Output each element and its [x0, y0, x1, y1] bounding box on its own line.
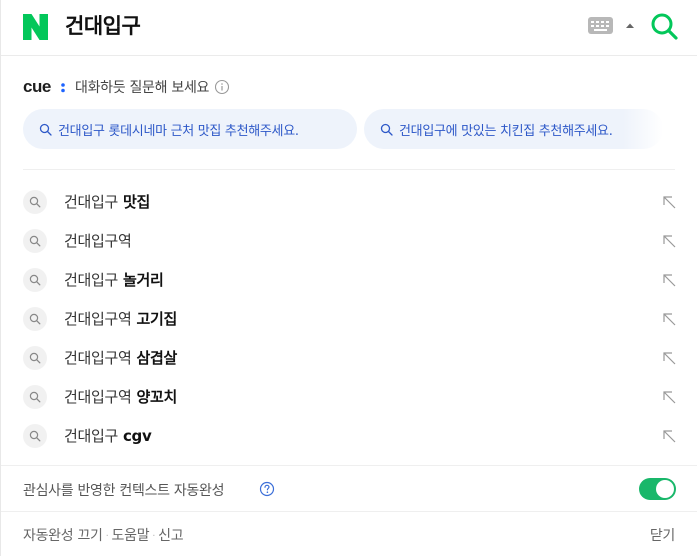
search-icon[interactable]: [649, 11, 679, 41]
suggestion-item[interactable]: 건대입구역 고기집: [1, 299, 697, 338]
autocomplete-panel: 건대입구 cue 대화하듯 질문해 보세요 건대입구 롯데시네마 근처 맛집 추…: [0, 0, 697, 556]
close-link[interactable]: 닫기: [650, 525, 675, 545]
suggestion-item[interactable]: 건대입구역 삼겹살: [1, 338, 697, 377]
arrow-up-left-icon[interactable]: [661, 272, 677, 288]
suggestion-item[interactable]: 건대입구 cgv: [1, 416, 697, 455]
suggestion-text: 건대입구 cgv: [64, 426, 152, 446]
divider: [1, 511, 697, 512]
divider: [23, 169, 675, 170]
suggestion-item[interactable]: 건대입구역: [1, 221, 697, 260]
suggestion-prefix: 건대입구역: [64, 310, 132, 328]
suggestion-suffix: 고기집: [131, 310, 177, 328]
search-icon: [23, 229, 47, 253]
suggestion-suffix: 삼겹살: [131, 349, 177, 367]
suggestion-suffix: 놀거리: [118, 271, 164, 289]
suggestion-text: 건대입구 놀거리: [64, 270, 164, 290]
keyboard-icon[interactable]: [588, 17, 613, 34]
context-autocomplete-toggle[interactable]: [639, 478, 676, 500]
cue-chip[interactable]: 건대입구 롯데시네마 근처 맛집 추천해주세요.: [23, 109, 357, 149]
suggestion-item[interactable]: 건대입구 놀거리: [1, 260, 697, 299]
toggle-knob: [656, 480, 674, 498]
divider: [1, 465, 697, 466]
help-link[interactable]: 도움말: [112, 528, 150, 544]
search-icon: [23, 346, 47, 370]
footer-links: 자동완성 끄기 · 도움말 · 신고: [23, 525, 184, 545]
suggestion-suffix: cgv: [118, 427, 152, 445]
suggestion-suffix: 맛집: [118, 193, 150, 211]
cue-chip-label: 건대입구 롯데시네마 근처 맛집 추천해주세요.: [58, 123, 299, 139]
arrow-up-left-icon[interactable]: [661, 389, 677, 405]
suggestion-item[interactable]: 건대입구역 양꼬치: [1, 377, 697, 416]
suggestion-text: 건대입구역: [64, 231, 132, 251]
search-icon: [23, 268, 47, 292]
suggestion-text: 건대입구역 양꼬치: [64, 387, 177, 407]
arrow-up-left-icon[interactable]: [661, 311, 677, 327]
suggestion-text: 건대입구 맛집: [64, 192, 150, 212]
cue-logo: cue: [23, 77, 65, 96]
search-icon: [380, 123, 393, 136]
cue-chip[interactable]: 건대입구에 맛있는 치킨집 추천해주세요.: [364, 109, 663, 149]
suggestion-suffix: 양꼬치: [131, 388, 177, 406]
search-icon: [23, 424, 47, 448]
separator: ·: [152, 530, 156, 542]
suggestion-prefix: 건대입구: [64, 271, 119, 289]
search-icon: [23, 190, 47, 214]
search-icon: [23, 307, 47, 331]
cue-chip-label: 건대입구에 맛있는 치킨집 추천해주세요.: [399, 123, 613, 139]
suggestion-prefix: 건대입구역: [64, 349, 132, 367]
search-icon: [23, 385, 47, 409]
suggestion-text: 건대입구역 고기집: [64, 309, 177, 329]
footer: 자동완성 끄기 · 도움말 · 신고 닫기: [23, 523, 675, 545]
suggestion-prefix: 건대입구: [64, 427, 119, 445]
chips-fade: [623, 109, 663, 149]
separator: ·: [105, 530, 109, 542]
arrow-up-left-icon[interactable]: [661, 350, 677, 366]
search-icon: [39, 123, 52, 136]
context-autocomplete-label: 관심사를 반영한 컨텍스트 자동완성: [23, 483, 225, 499]
cue-header: cue 대화하듯 질문해 보세요: [23, 76, 230, 98]
svg-text:cue: cue: [23, 77, 51, 96]
arrow-up-left-icon[interactable]: [661, 233, 677, 249]
suggestion-prefix: 건대입구역: [64, 232, 132, 250]
info-icon[interactable]: [214, 79, 230, 95]
naver-n-icon[interactable]: [23, 14, 48, 40]
autocomplete-off-link[interactable]: 자동완성 끄기: [23, 528, 103, 544]
help-icon[interactable]: [259, 481, 275, 497]
cue-prompt: 대화하듯 질문해 보세요: [75, 80, 210, 96]
cue-suggestion-chips: 건대입구 롯데시네마 근처 맛집 추천해주세요. 건대입구에 맛있는 치킨집 추…: [23, 109, 663, 149]
suggestion-text: 건대입구역 삼겹살: [64, 348, 177, 368]
suggestion-item[interactable]: 건대입구 맛집: [1, 182, 697, 221]
suggestion-prefix: 건대입구역: [64, 388, 132, 406]
report-link[interactable]: 신고: [158, 528, 183, 544]
arrow-up-left-icon[interactable]: [661, 194, 677, 210]
arrow-up-left-icon[interactable]: [661, 428, 677, 444]
search-bar: 건대입구: [1, 0, 697, 56]
caret-up-icon[interactable]: [623, 20, 637, 32]
context-autocomplete-row: 관심사를 반영한 컨텍스트 자동완성: [23, 478, 676, 502]
search-query[interactable]: 건대입구: [65, 11, 141, 41]
suggestion-list: 건대입구 맛집 건대입구역 건대입구 놀거리 건대입구역 고기집 건대입구역 삼…: [1, 182, 697, 455]
suggestion-prefix: 건대입구: [64, 193, 119, 211]
